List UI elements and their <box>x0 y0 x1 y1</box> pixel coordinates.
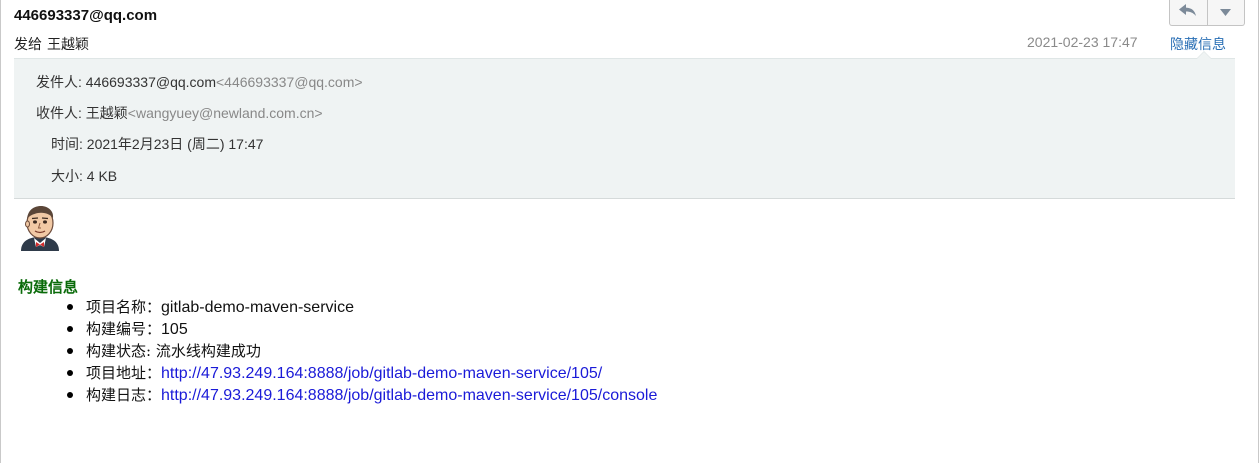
build-info-list: 项目名称：gitlab-demo-maven-service 构建编号：105 … <box>64 296 657 406</box>
reply-icon <box>1178 3 1198 22</box>
sender-address: 446693337@qq.com <box>14 7 158 24</box>
time-label: 时间: <box>51 136 83 152</box>
window-border-left <box>0 0 1 463</box>
project-url-link[interactable]: http://47.93.249.164:8888/job/gitlab-dem… <box>161 365 602 382</box>
size-value: 4 KB <box>86 168 118 184</box>
build-number-key: 构建编号： <box>86 320 162 338</box>
build-status-value: 流水线构建成功 <box>155 342 261 360</box>
project-name-key: 项目名称： <box>86 298 162 316</box>
to-name[interactable]: 王越颖 <box>47 36 89 52</box>
project-url-key: 项目地址： <box>86 364 162 382</box>
time-value: 2021年2月23日 (周二) 17:47 <box>86 136 264 152</box>
build-info-heading: 构建信息 <box>18 278 79 296</box>
reply-button[interactable] <box>1170 0 1207 25</box>
detail-to-row: 收件人: 王越颖<wangyuey@newland.com.cn> <box>36 103 323 123</box>
message-actions <box>1169 0 1245 26</box>
build-number-value: 105 <box>161 321 188 338</box>
from-address: <446693337@qq.com> <box>215 74 363 90</box>
recipient-line: 发给 王越颖 <box>14 34 94 54</box>
detail-time-row: 时间: 2021年2月23日 (周二) 17:47 <box>51 134 263 154</box>
list-item-project-url: 项目地址：http://47.93.249.164:8888/job/gitla… <box>64 362 657 384</box>
chevron-down-icon <box>1220 4 1232 22</box>
build-log-link[interactable]: http://47.93.249.164:8888/job/gitlab-dem… <box>161 387 657 404</box>
list-item-project-name: 项目名称：gitlab-demo-maven-service <box>64 296 657 318</box>
message-date: 2021-02-23 17:47 <box>1027 34 1138 50</box>
jenkins-avatar-icon <box>17 203 63 251</box>
from-label: 发件人: <box>36 74 82 90</box>
build-status-key: 构建状态: <box>86 342 156 360</box>
build-log-key: 构建日志： <box>86 386 162 404</box>
project-name-value: gitlab-demo-maven-service <box>161 299 354 316</box>
to-address: <wangyuey@newland.com.cn> <box>127 105 323 121</box>
to-detail-name[interactable]: 王越颖 <box>86 105 128 121</box>
from-name[interactable]: 446693337@qq.com <box>86 74 216 90</box>
size-label: 大小: <box>51 168 83 184</box>
to-prefix: 发给 <box>14 36 42 52</box>
detail-size-row: 大小: 4 KB <box>51 166 117 186</box>
more-actions-button[interactable] <box>1206 0 1245 25</box>
list-item-build-status: 构建状态: 流水线构建成功 <box>64 340 657 362</box>
details-caret <box>1196 51 1212 59</box>
list-item-build-number: 构建编号：105 <box>64 318 657 340</box>
to-label: 收件人: <box>36 105 82 121</box>
detail-from-row: 发件人: 446693337@qq.com<446693337@qq.com> <box>36 72 363 92</box>
list-item-build-log: 构建日志：http://47.93.249.164:8888/job/gitla… <box>64 384 657 406</box>
